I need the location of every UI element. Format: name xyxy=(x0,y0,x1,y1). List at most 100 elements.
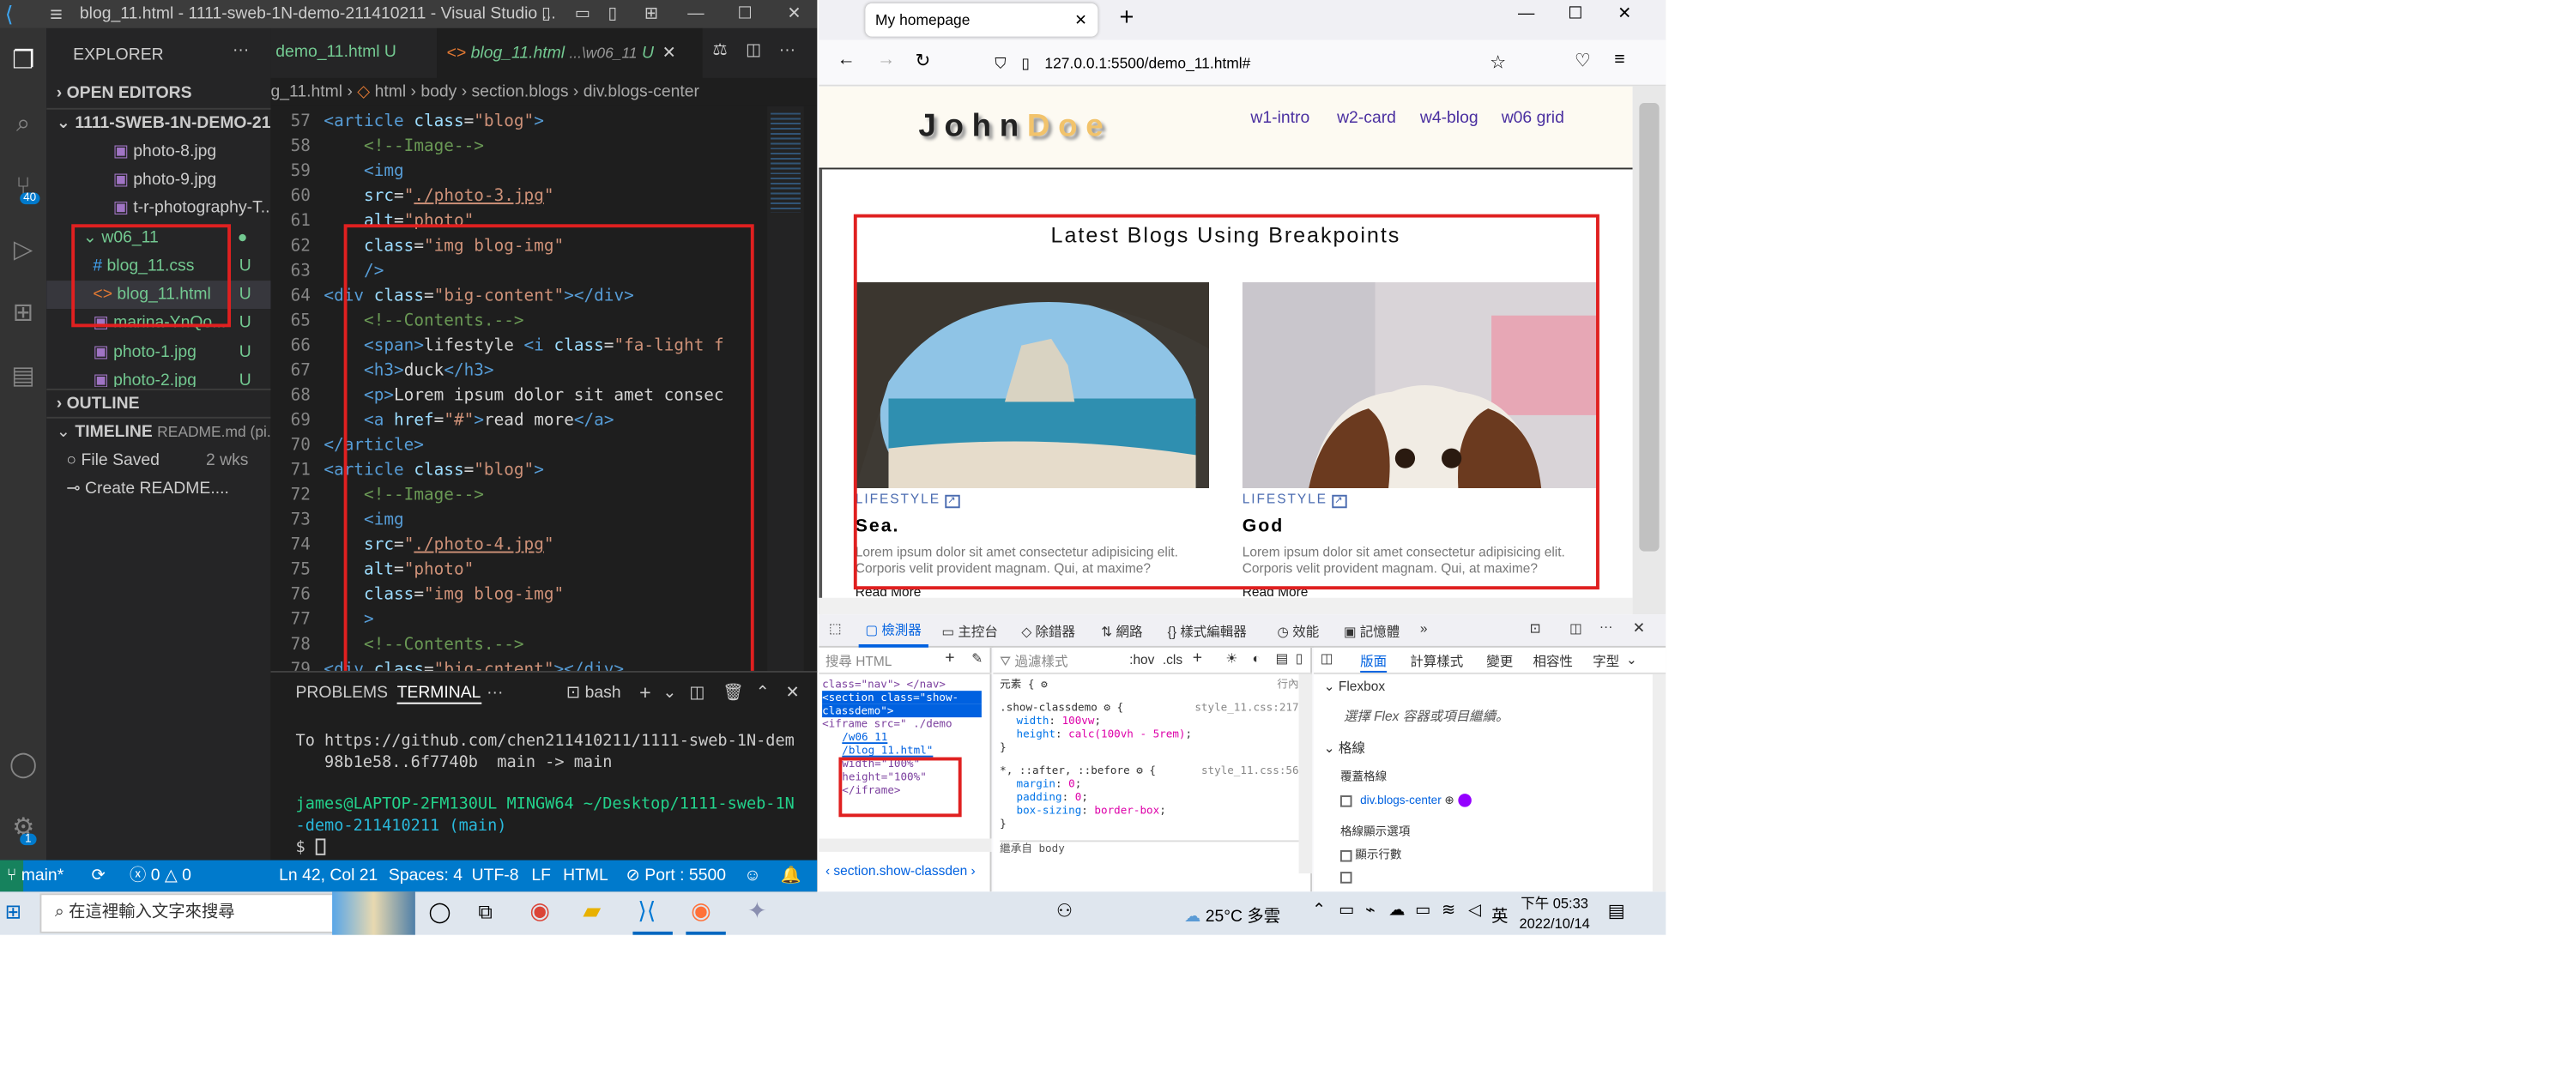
add-rule-icon[interactable]: + xyxy=(1193,649,1202,667)
timeline-item[interactable]: ○ File Saved 2 wks xyxy=(46,447,270,475)
timeline-section[interactable]: ⌄ TIMELINE README.md (pi... xyxy=(46,416,271,445)
tab-computed[interactable]: 計算樣式 xyxy=(1410,653,1463,671)
close-tab-icon[interactable]: ✕ xyxy=(662,45,676,63)
tab-blog[interactable]: <> blog_11.html ...\w06_11 U ✕ xyxy=(437,27,703,78)
split-terminal-icon[interactable]: ◫ xyxy=(689,684,704,702)
extensions-icon[interactable]: ⊞ xyxy=(7,297,40,330)
search-icon[interactable]: ⌕ xyxy=(7,108,40,142)
layout-secondary-icon[interactable]: ▯ xyxy=(608,0,617,28)
code-line[interactable]: 57 <article class="blog"> xyxy=(270,110,817,135)
html-search[interactable]: 搜尋 HTML + ✎ xyxy=(819,648,992,674)
more-actions-icon[interactable]: ··· xyxy=(233,41,249,59)
file-explorer-icon[interactable]: ▰ xyxy=(583,897,601,925)
tab-performance[interactable]: ◷ 效能 xyxy=(1277,623,1319,641)
nav-link[interactable]: w2-card xyxy=(1337,110,1396,128)
nav-link[interactable]: w1-intro xyxy=(1250,110,1309,128)
dock-icon[interactable]: ◫ xyxy=(1569,621,1582,636)
feedback-icon[interactable]: ☺ xyxy=(744,861,761,892)
account-icon[interactable]: ◯ xyxy=(7,749,40,782)
usb-tray-icon[interactable]: ⌁ xyxy=(1365,902,1376,920)
layout-sidebar-icon[interactable]: ▯ xyxy=(541,0,551,28)
tab-compat[interactable]: 相容性 xyxy=(1533,653,1572,671)
file-item[interactable]: ▣ photo-2.jpg U xyxy=(46,367,270,387)
nav-link[interactable]: w06 grid xyxy=(1502,110,1564,128)
css-rule[interactable]: .show-classdemo ⚙ {style_11.css:217 width… xyxy=(1000,701,1298,754)
html-node[interactable]: class="nav"> </nav> xyxy=(822,678,982,691)
tab-debugger[interactable]: ◇ 除錯器 xyxy=(1021,623,1075,641)
grid-color-swatch[interactable] xyxy=(1457,794,1472,807)
layout-scrollbar[interactable] xyxy=(1652,673,1666,892)
maximize-icon[interactable]: ☐ xyxy=(1568,5,1582,23)
tab-fonts[interactable]: 字型 xyxy=(1593,653,1619,671)
split-editor-icon[interactable]: ◫ xyxy=(746,41,761,59)
open-editors-section[interactable]: › OPEN EDITORS xyxy=(46,80,270,108)
timeline-item[interactable]: ⊸ Create README.... xyxy=(46,475,270,504)
css-property[interactable]: margin: 0; xyxy=(1000,777,1298,790)
problems-status[interactable]: ⓧ 0 △ 0 xyxy=(130,861,191,892)
back-icon[interactable]: ← xyxy=(837,50,855,69)
extra-checkbox[interactable] xyxy=(1339,872,1352,884)
close-icon[interactable]: ✕ xyxy=(1618,5,1631,23)
network-tray-icon[interactable]: ▭ xyxy=(1339,902,1354,920)
menu-icon[interactable]: ≡ xyxy=(50,0,63,28)
html-node[interactable]: <iframe src=" ./demo xyxy=(822,717,982,730)
line-numbers-checkbox[interactable] xyxy=(1339,849,1352,861)
rules-scrollbar[interactable] xyxy=(1298,673,1313,874)
windows-start-icon[interactable]: ⊞ xyxy=(5,900,21,923)
chrome-icon[interactable]: ◉ xyxy=(529,897,550,925)
chevron-down-icon[interactable]: ⌄ xyxy=(1626,653,1637,667)
scrollbar-thumb[interactable] xyxy=(1639,103,1660,552)
tab-demo[interactable]: demo_11.html U xyxy=(270,28,437,78)
file-item[interactable]: ▣ photo-9.jpg xyxy=(46,166,270,195)
grid-checkbox[interactable] xyxy=(1339,794,1352,806)
explorer-icon[interactable]: ❐ xyxy=(7,45,40,78)
file-item[interactable]: ▣ photo-1.jpg U xyxy=(46,339,270,367)
firefox-icon[interactable]: ◉ xyxy=(691,897,711,925)
remote-explorer-icon[interactable]: ▤ xyxy=(7,360,40,394)
file-item[interactable]: ▣ t-r-photography-T... xyxy=(46,194,271,222)
close-tab-icon[interactable]: ✕ xyxy=(1074,3,1087,37)
html-node[interactable]: classdemo"> xyxy=(822,704,982,718)
dark-theme-icon[interactable]: ◐ xyxy=(1252,651,1260,666)
close-icon[interactable]: ✕ xyxy=(787,0,801,28)
rules-list[interactable]: 元素 { ⚙ 行內 .show-classdemo ⚙ {style_11.css… xyxy=(1000,678,1299,855)
logo[interactable]: JohnDoe xyxy=(918,110,1111,147)
indentation[interactable]: Spaces: 4 xyxy=(389,861,463,892)
trash-icon[interactable]: 🗑 xyxy=(723,684,744,702)
target-icon[interactable]: ⊕ xyxy=(1445,795,1454,807)
print-icon[interactable]: ▤ xyxy=(1275,651,1288,666)
tab-problems[interactable]: PROBLEMS xyxy=(296,684,389,702)
add-terminal-icon[interactable]: + xyxy=(639,681,651,704)
tab-terminal[interactable]: TERMINAL xyxy=(396,684,481,704)
cursor-position[interactable]: Ln 42, Col 21 xyxy=(279,861,378,892)
close-devtools-icon[interactable]: ✕ xyxy=(1633,619,1646,637)
hov-toggle[interactable]: :hov xyxy=(1129,653,1154,667)
minimize-icon[interactable]: — xyxy=(687,0,704,28)
html-hscroll[interactable] xyxy=(819,838,992,852)
tab-console[interactable]: ▭ 主控台 xyxy=(941,623,997,641)
branch-status[interactable]: ⑂ main* xyxy=(7,861,64,892)
devtools-breadcrumb[interactable]: ‹ section.show-classden › xyxy=(825,863,992,878)
html-node[interactable]: /blog_11.html" xyxy=(822,744,982,757)
picker-icon[interactable]: ⬚ xyxy=(829,621,842,636)
notification-icon[interactable]: ▤ xyxy=(1608,900,1625,921)
tab-style-editor[interactable]: {} 樣式編輯器 xyxy=(1168,623,1247,641)
minimize-icon[interactable]: — xyxy=(1518,5,1534,23)
vertical-scrollbar[interactable] xyxy=(1632,86,1666,615)
tab-layout[interactable]: 版面 xyxy=(1360,653,1388,673)
run-debug-icon[interactable]: ▷ xyxy=(7,234,40,268)
nav-link[interactable]: w4-blog xyxy=(1420,110,1478,128)
cloud-tray-icon[interactable]: ☁ xyxy=(1388,902,1405,920)
forward-icon[interactable]: → xyxy=(877,50,895,69)
sidebar-toggle-icon[interactable]: ◫ xyxy=(1321,651,1333,666)
css-rule[interactable]: *, ::after, ::before ⚙ {style_11.css:56 m… xyxy=(1000,764,1298,830)
customize-layout-icon[interactable]: ⊞ xyxy=(644,0,658,28)
weather-widget[interactable]: ☁ 25°C 多雲 xyxy=(1184,902,1280,927)
terminal-shell[interactable]: ⊡ bash xyxy=(566,684,621,702)
app-menu-icon[interactable]: ≡ xyxy=(1614,50,1624,69)
css-property[interactable]: box-sizing: border-box; xyxy=(1000,804,1298,817)
browser-tab[interactable]: My homepage ✕ xyxy=(865,3,1098,37)
filter-styles-input[interactable]: ⛛ 過濾樣式 xyxy=(1000,653,1067,671)
responsive-icon[interactable]: ⊡ xyxy=(1530,621,1541,636)
more-options-icon[interactable]: ··· xyxy=(1599,619,1612,634)
